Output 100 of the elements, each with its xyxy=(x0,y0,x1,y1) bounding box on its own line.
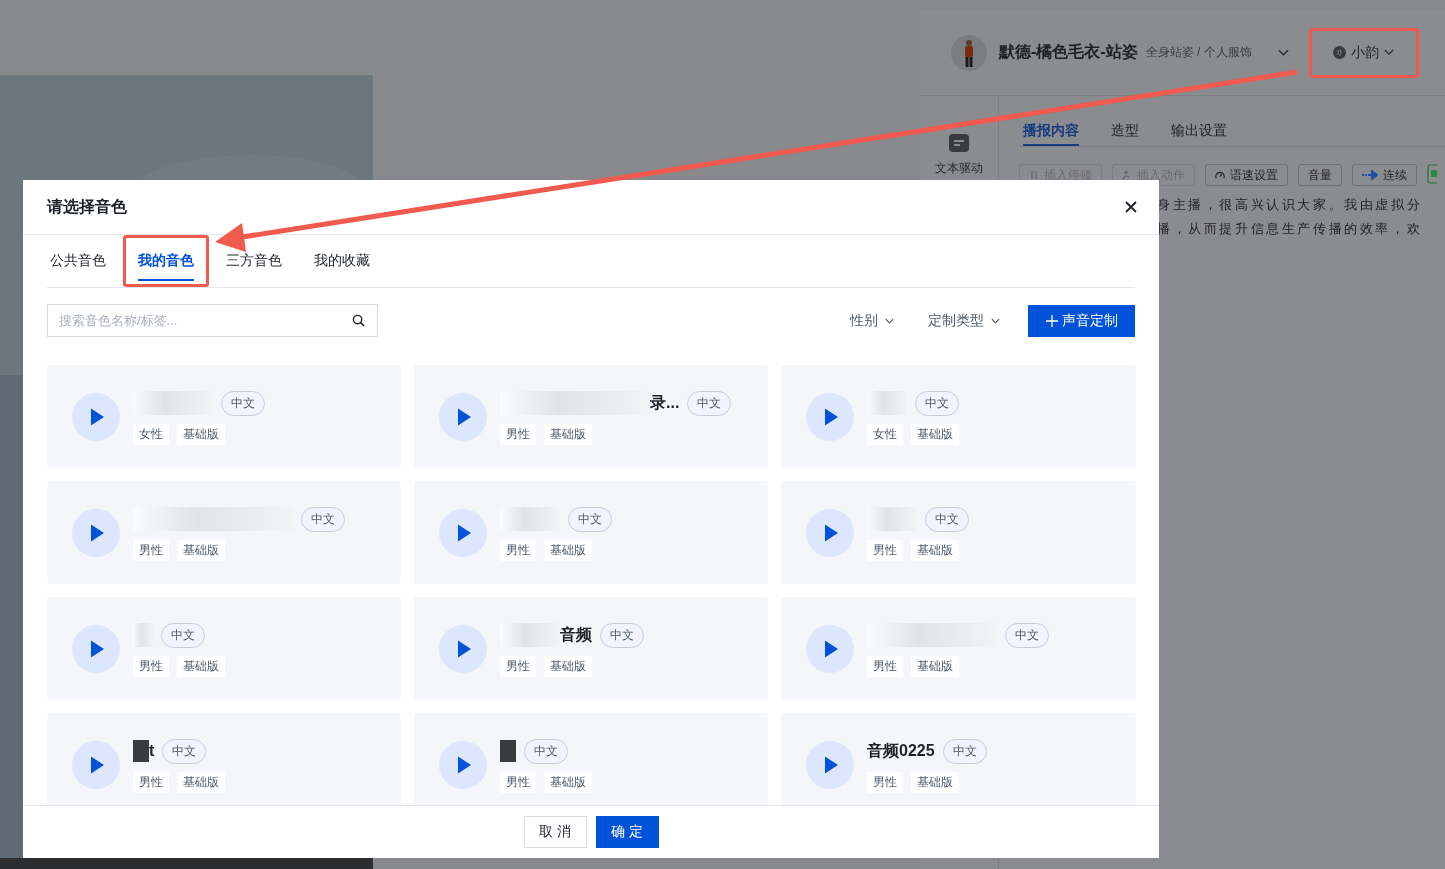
arrow-right-icon xyxy=(1362,170,1378,180)
edition-tag: 基础版 xyxy=(177,540,225,561)
redaction-block xyxy=(500,623,560,647)
toolbar-button[interactable]: 语速设置 xyxy=(1205,164,1288,186)
voice-tab[interactable]: 我的音色 xyxy=(123,235,209,287)
search-icon[interactable] xyxy=(352,314,365,327)
toolbar-button[interactable]: 音量 xyxy=(1298,164,1342,186)
redaction-block xyxy=(133,740,149,762)
play-icon[interactable] xyxy=(806,392,854,441)
gender-tag: 男性 xyxy=(867,772,903,793)
play-icon[interactable] xyxy=(72,740,120,789)
language-tag: 中文 xyxy=(687,390,732,416)
script-text: 身主播，很高兴认识大家。我由虚拟分 xyxy=(1157,196,1424,214)
gender-tag: 男性 xyxy=(500,540,536,561)
play-icon[interactable] xyxy=(439,392,487,441)
edition-tag: 基础版 xyxy=(544,656,592,677)
gender-tag: 男性 xyxy=(133,656,169,677)
voice-card[interactable]: 录... 中文 男性 基础版 xyxy=(414,365,768,468)
language-tag: 中文 xyxy=(568,506,612,532)
language-tag: 中文 xyxy=(524,738,568,764)
create-voice-button[interactable]: 声音定制 xyxy=(1028,304,1135,337)
person-icon xyxy=(1122,170,1132,180)
search-field[interactable]: 搜索音色名称/标签... xyxy=(47,304,378,337)
text-icon xyxy=(949,134,969,152)
play-icon[interactable] xyxy=(439,624,487,673)
voice-card[interactable]: 中文 女性 基础版 xyxy=(47,365,401,468)
dialog-title: 请选择音色 xyxy=(47,196,127,217)
edition-tag: 基础版 xyxy=(911,540,959,561)
chevron-down-icon xyxy=(1384,49,1395,56)
confirm-button[interactable]: 确 定 xyxy=(595,816,659,848)
gender-tag: 男性 xyxy=(867,540,903,561)
filter-dropdown[interactable]: 定制类型 xyxy=(922,311,1006,330)
gender-tag: 女性 xyxy=(133,424,169,445)
editor-tab[interactable]: 造型 xyxy=(1111,96,1139,146)
voice-card[interactable]: 中文 男性 基础版 xyxy=(781,481,1136,584)
play-icon[interactable] xyxy=(806,740,854,789)
gauge-icon xyxy=(1215,170,1225,180)
voice-card[interactable]: 中文 男性 基础版 xyxy=(47,597,401,700)
avatar-title: 默德-橘色毛衣-站姿 xyxy=(999,42,1138,62)
voice-selector[interactable]: 小韵 xyxy=(1308,27,1419,78)
plus-icon xyxy=(1045,314,1058,327)
voice-card[interactable]: 中文 男性 基础版 xyxy=(47,481,401,584)
pause-icon xyxy=(1029,170,1039,180)
voice-card[interactable]: t 中文 男性 基础版 xyxy=(47,713,401,805)
play-icon[interactable] xyxy=(72,508,120,557)
voice-tab[interactable]: 三方音色 xyxy=(211,235,297,287)
language-tag: 中文 xyxy=(1005,622,1049,648)
redaction-block xyxy=(867,507,917,531)
voice-name: 录... xyxy=(650,392,680,413)
edition-tag: 基础版 xyxy=(177,656,225,677)
language-tag: 中文 xyxy=(221,390,265,416)
voice-card[interactable]: 音频0225 中文 男性 基础版 xyxy=(781,713,1136,805)
voice-card[interactable]: 中文 男性 基础版 xyxy=(781,597,1136,700)
filter-dropdown[interactable]: 性别 xyxy=(844,311,900,330)
cancel-button[interactable]: 取 消 xyxy=(523,816,587,848)
play-icon[interactable] xyxy=(72,624,120,673)
language-tag: 中文 xyxy=(925,506,969,532)
gender-tag: 男性 xyxy=(133,540,169,561)
language-tag: 中文 xyxy=(162,738,207,764)
gender-tag: 男性 xyxy=(500,656,536,677)
edition-tag: 基础版 xyxy=(911,424,959,445)
voice-tab[interactable]: 公共音色 xyxy=(47,235,121,287)
voice-card[interactable]: 中文 男性 基础版 xyxy=(414,713,768,805)
language-tag: 中文 xyxy=(600,622,644,648)
gender-tag: 男性 xyxy=(133,772,169,793)
chevron-down-icon xyxy=(885,317,894,324)
close-icon[interactable] xyxy=(1125,201,1137,213)
script-text: 播，从而提升信息生产传播的效率，欢 xyxy=(1157,220,1424,238)
gender-tag: 女性 xyxy=(867,424,903,445)
play-icon[interactable] xyxy=(806,624,854,673)
editor-tab[interactable]: 输出设置 xyxy=(1171,96,1227,146)
toolbar-button[interactable]: 连续 xyxy=(1352,164,1417,186)
text-drive-tool[interactable]: 文本驱动 xyxy=(935,134,983,178)
voice-card[interactable]: 中文 男性 基础版 xyxy=(414,481,768,584)
play-icon[interactable] xyxy=(439,508,487,557)
language-tag: 中文 xyxy=(161,622,205,648)
gender-tag: 男性 xyxy=(500,772,536,793)
voice-card[interactable]: 音频 中文 男性 基础版 xyxy=(414,597,768,700)
voice-icon xyxy=(1333,46,1347,59)
voice-tab[interactable]: 我的收藏 xyxy=(299,235,385,287)
voice-name: 音频 xyxy=(560,624,592,645)
redaction-block xyxy=(500,507,560,531)
edition-tag: 基础版 xyxy=(911,656,959,677)
play-icon[interactable] xyxy=(72,392,120,441)
avatar-subtitle: 全身站姿 / 个人服饰 xyxy=(1145,44,1252,61)
voice-name: t xyxy=(149,742,155,760)
redaction-block xyxy=(500,740,516,762)
language-tag: 中文 xyxy=(301,506,345,532)
play-icon[interactable] xyxy=(439,740,487,789)
language-tag: 中文 xyxy=(942,738,987,764)
edition-tag: 基础版 xyxy=(911,772,959,793)
voice-card[interactable]: 中文 女性 基础版 xyxy=(781,365,1136,468)
redaction-block xyxy=(867,391,907,415)
edition-tag: 基础版 xyxy=(544,540,592,561)
gender-tag: 男性 xyxy=(500,424,536,445)
edition-tag: 基础版 xyxy=(177,424,225,445)
gender-tag: 男性 xyxy=(867,656,903,677)
chevron-down-icon[interactable] xyxy=(1277,48,1289,57)
play-icon[interactable] xyxy=(806,508,854,557)
language-tag: 中文 xyxy=(915,390,959,416)
